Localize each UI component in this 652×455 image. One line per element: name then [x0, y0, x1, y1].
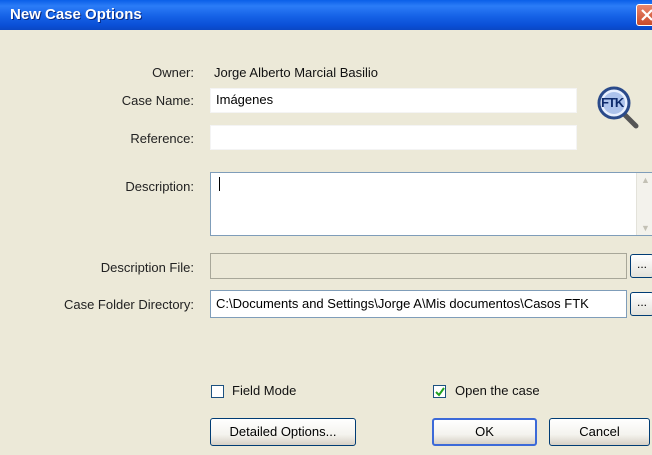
reference-input[interactable] [210, 125, 577, 150]
field-mode-label[interactable]: Field Mode [232, 383, 296, 398]
checkmark-icon [435, 387, 445, 397]
owner-label: Owner: [152, 65, 194, 80]
case-name-input[interactable]: Imágenes [210, 88, 577, 113]
description-file-input [210, 253, 627, 279]
window-title: New Case Options [10, 6, 142, 23]
cancel-button[interactable]: Cancel [549, 418, 650, 446]
title-bar: New Case Options [0, 0, 652, 30]
description-file-label: Description File: [100, 260, 194, 275]
case-folder-label: Case Folder Directory: [63, 297, 194, 312]
logo-text: FTK [601, 95, 624, 110]
description-label: Description: [125, 179, 194, 194]
description-file-browse-button[interactable]: ... [630, 254, 652, 278]
owner-value: Jorge Alberto Marcial Basilio [214, 65, 379, 80]
reference-label: Reference: [130, 131, 194, 146]
text-caret [219, 177, 220, 191]
scroll-up-icon[interactable]: ▲ [641, 175, 650, 185]
dialog-body: Owner: Jorge Alberto Marcial Basilio FTK… [0, 30, 652, 455]
description-scrollbar[interactable]: ▲ ▼ [636, 173, 652, 235]
open-case-label[interactable]: Open the case [455, 383, 540, 398]
field-mode-checkbox[interactable] [211, 385, 224, 398]
open-case-checkbox[interactable] [433, 385, 446, 398]
ok-button[interactable]: OK [432, 418, 537, 446]
description-textarea[interactable]: ▲ ▼ [210, 172, 652, 236]
case-folder-input[interactable]: C:\Documents and Settings\Jorge A\Mis do… [210, 290, 627, 318]
ftk-logo: FTK [596, 86, 642, 132]
case-name-label: Case Name: [121, 93, 194, 108]
scroll-down-icon[interactable]: ▼ [641, 223, 650, 233]
detailed-options-button[interactable]: Detailed Options... [210, 418, 356, 446]
close-button[interactable] [636, 4, 652, 26]
case-folder-browse-button[interactable]: ... [630, 292, 652, 316]
close-icon [641, 9, 652, 21]
